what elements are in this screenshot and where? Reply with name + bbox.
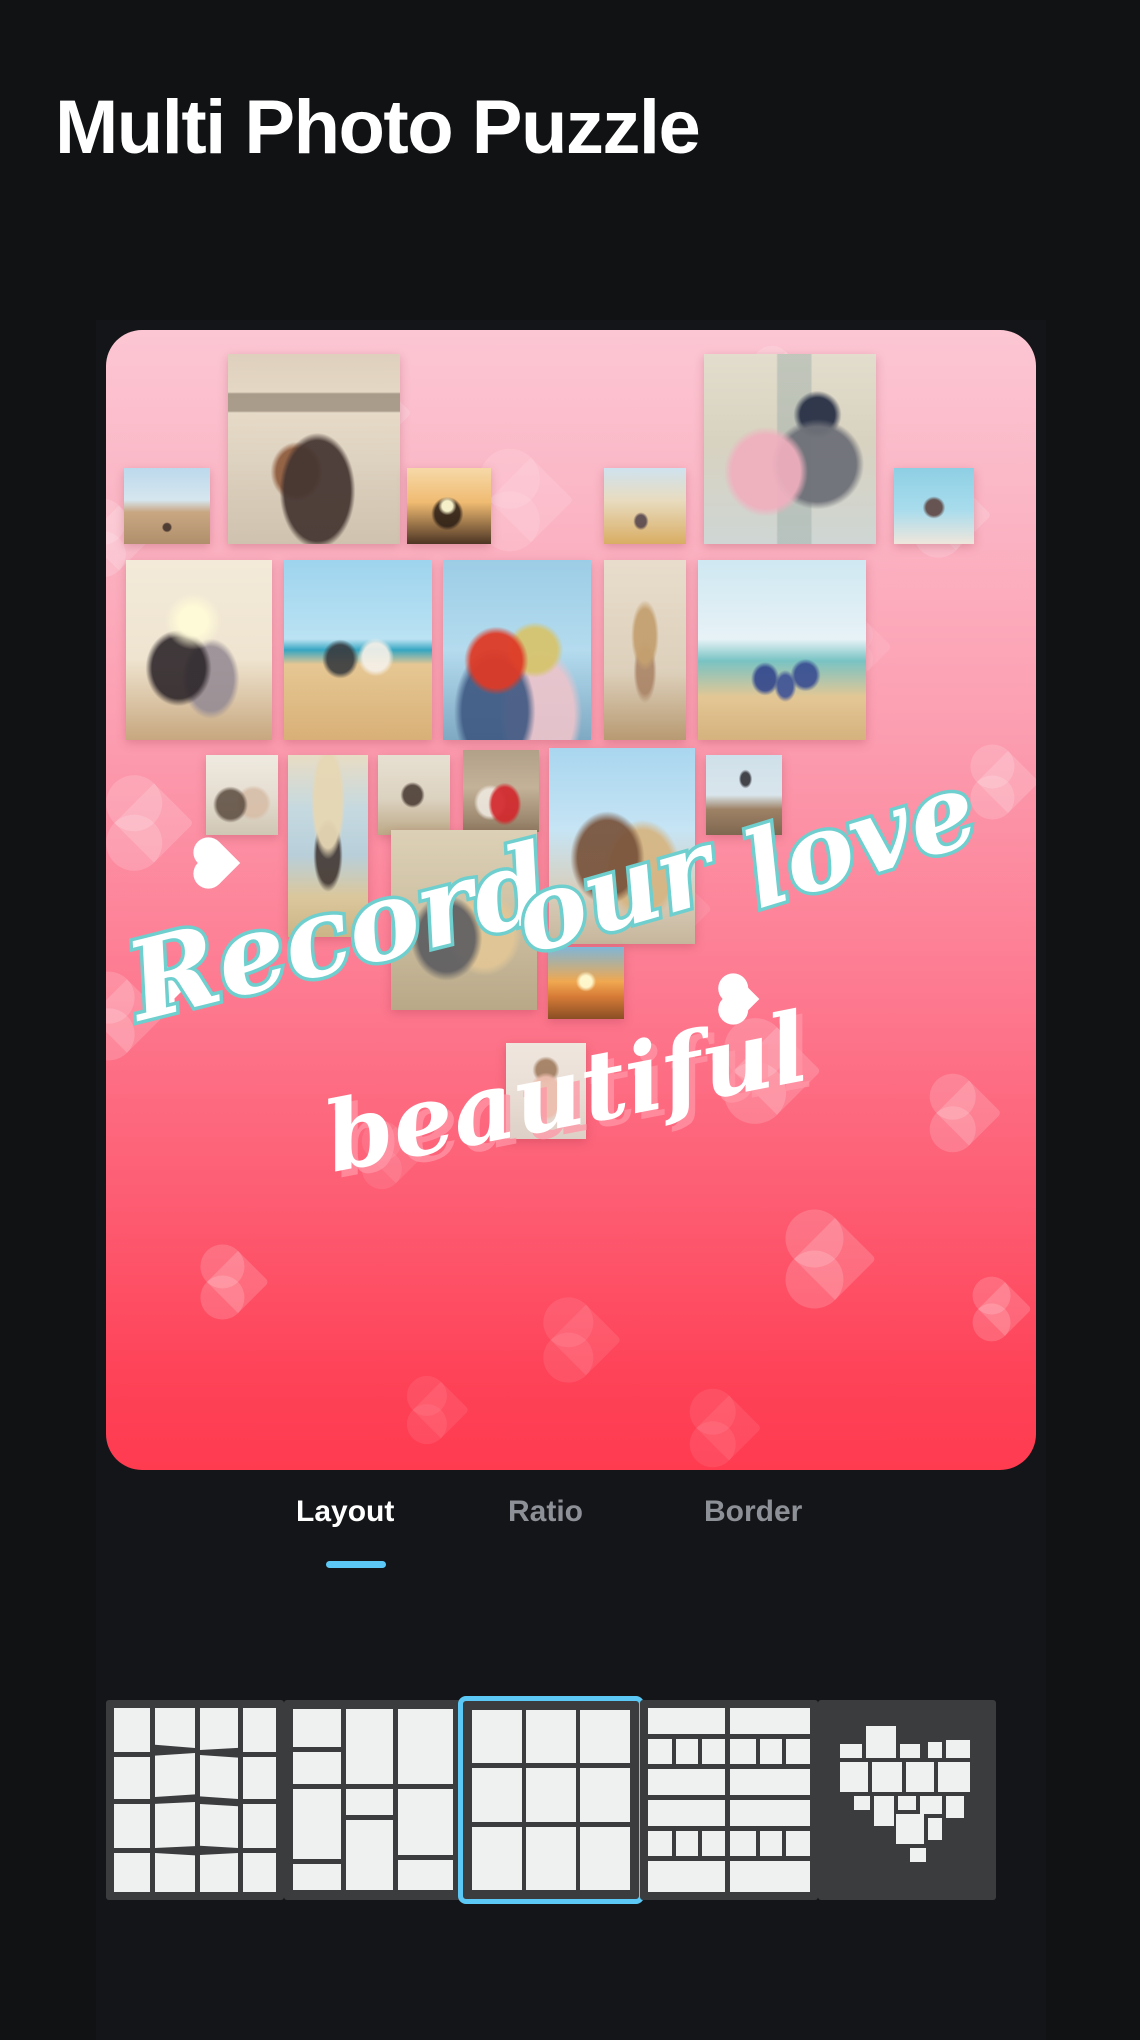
collage-photo[interactable] — [698, 560, 866, 740]
tab-border[interactable]: Border — [704, 1495, 802, 1529]
collage-photo[interactable] — [391, 830, 537, 1010]
collage-photo[interactable] — [443, 560, 591, 740]
collage-photo[interactable] — [704, 354, 876, 544]
heart-decoration-icon — [149, 973, 183, 1007]
collage-photo[interactable] — [506, 1043, 586, 1139]
page-title: Multi Photo Puzzle — [55, 85, 701, 170]
editor-tabs: Layout Ratio Border — [96, 1495, 1046, 1605]
layout-option-grid-3x3[interactable] — [458, 1696, 644, 1904]
active-tab-indicator — [326, 1561, 386, 1568]
collage-photo[interactable] — [126, 560, 272, 740]
collage-photo[interactable] — [124, 468, 210, 544]
layout-option-mixed-columns[interactable] — [284, 1700, 462, 1900]
collage-photo[interactable] — [206, 755, 278, 835]
heart-decoration-icon — [197, 841, 241, 885]
collage-photo[interactable] — [407, 468, 491, 544]
collage-photo[interactable] — [284, 560, 432, 740]
app-root: Multi Photo Puzzle Record our love beaut… — [0, 0, 1140, 2040]
heart-decoration-icon — [722, 980, 760, 1018]
layout-option-wavy-grid[interactable] — [106, 1700, 284, 1900]
layout-thumbnail-strip[interactable] — [0, 1696, 1140, 1910]
collage-photo[interactable] — [549, 748, 695, 944]
collage-photo[interactable] — [894, 468, 974, 544]
collage-preview-card[interactable]: Record our love beautiful — [106, 330, 1036, 1470]
collage-photo[interactable] — [378, 755, 450, 835]
collage-photo[interactable] — [288, 755, 368, 937]
tab-ratio[interactable]: Ratio — [508, 1495, 583, 1529]
collage-photo[interactable] — [548, 947, 624, 1019]
tab-layout[interactable]: Layout — [296, 1495, 394, 1529]
collage-photo[interactable] — [706, 755, 782, 835]
layout-option-striped-rows[interactable] — [640, 1700, 818, 1900]
layout-option-heart-shape[interactable] — [818, 1700, 996, 1900]
collage-photo[interactable] — [463, 750, 539, 832]
collage-photo[interactable] — [228, 354, 400, 544]
collage-photo[interactable] — [604, 468, 686, 544]
collage-photo[interactable] — [604, 560, 686, 740]
